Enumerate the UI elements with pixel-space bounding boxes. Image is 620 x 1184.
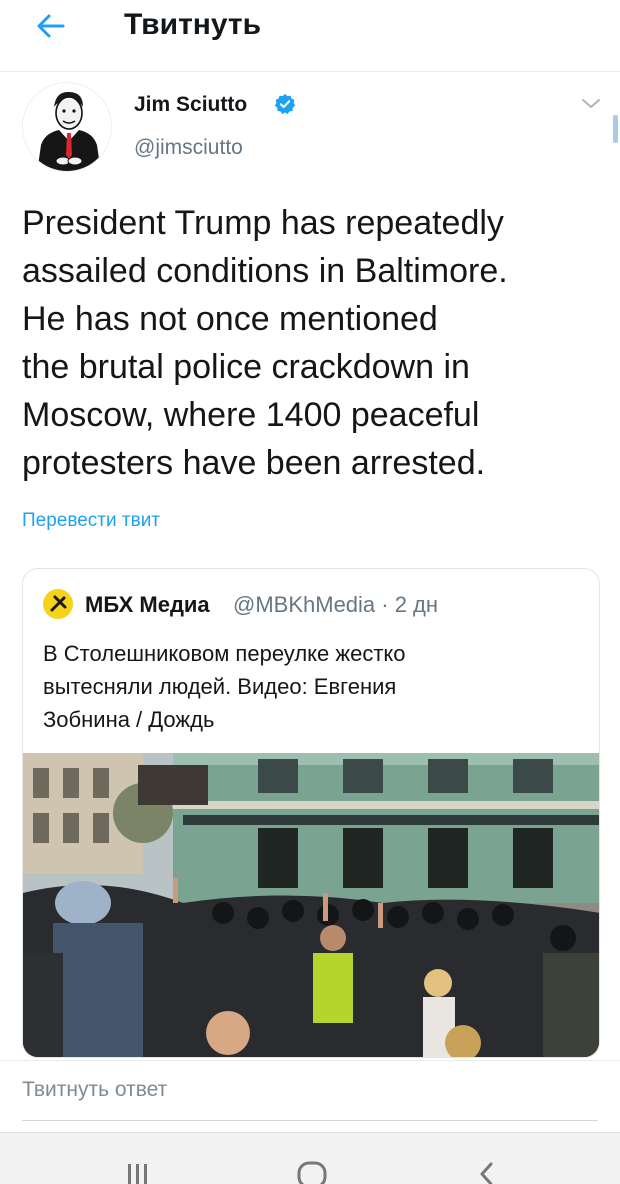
author-handle[interactable]: @jimsciutto [134, 136, 243, 160]
translate-tweet-link[interactable]: Перевести твит [22, 510, 160, 532]
scroll-indicator[interactable] [613, 115, 618, 143]
chevron-down-icon[interactable] [578, 94, 604, 114]
home-icon[interactable] [292, 1150, 332, 1184]
quoted-author-avatar [43, 589, 73, 619]
tweet-text-line: protesters have been arrested. [22, 444, 486, 482]
reply-divider [22, 1120, 598, 1121]
quoted-handle-time: @MBKhMedia · 2 дн [233, 592, 439, 617]
tweet-text-line: He has not once mentioned [22, 300, 438, 338]
quoted-text-line: Зобнина / Дождь [43, 707, 215, 732]
avatar[interactable] [22, 82, 112, 172]
page-title: Твитнуть [124, 8, 262, 41]
quoted-text-line: В Столешниковом переулке жестко [43, 641, 406, 666]
author-name[interactable]: Jim Sciutto [134, 93, 247, 117]
recent-apps-icon[interactable] [118, 1150, 158, 1184]
top-bar: Твитнуть [0, 0, 620, 72]
quoted-tweet-card[interactable]: МБХ Медиа @MBKhMedia · 2 дн В Столешнико… [22, 568, 600, 1058]
tweet-text-line: Moscow, where 1400 peaceful [22, 396, 480, 434]
quoted-author-name: МБХ Медиа [85, 592, 210, 617]
video-thumbnail[interactable] [23, 753, 599, 1057]
back-button[interactable] [30, 10, 70, 42]
reply-input[interactable]: Твитнуть ответ [22, 1078, 167, 1102]
verified-badge-icon [274, 93, 296, 115]
tweet-text-line: assailed conditions in Baltimore. [22, 252, 508, 290]
tweet-text: President Trump has repeatedly assailed … [22, 199, 602, 487]
tweet-text-line: President Trump has repeatedly [22, 204, 504, 242]
quoted-tweet-text: В Столешниковом переулке жестко вытеснял… [43, 637, 583, 736]
arrow-left-icon [37, 14, 65, 38]
back-icon[interactable] [466, 1150, 506, 1184]
avatar-caricature-image [23, 83, 111, 171]
protest-crowd-image [23, 753, 599, 1057]
mbkh-logo-icon [50, 595, 67, 612]
tweet-text-line: the brutal police crackdown in [22, 348, 470, 386]
quoted-text-line: вытесняли людей. Видео: Евгения [43, 674, 397, 699]
